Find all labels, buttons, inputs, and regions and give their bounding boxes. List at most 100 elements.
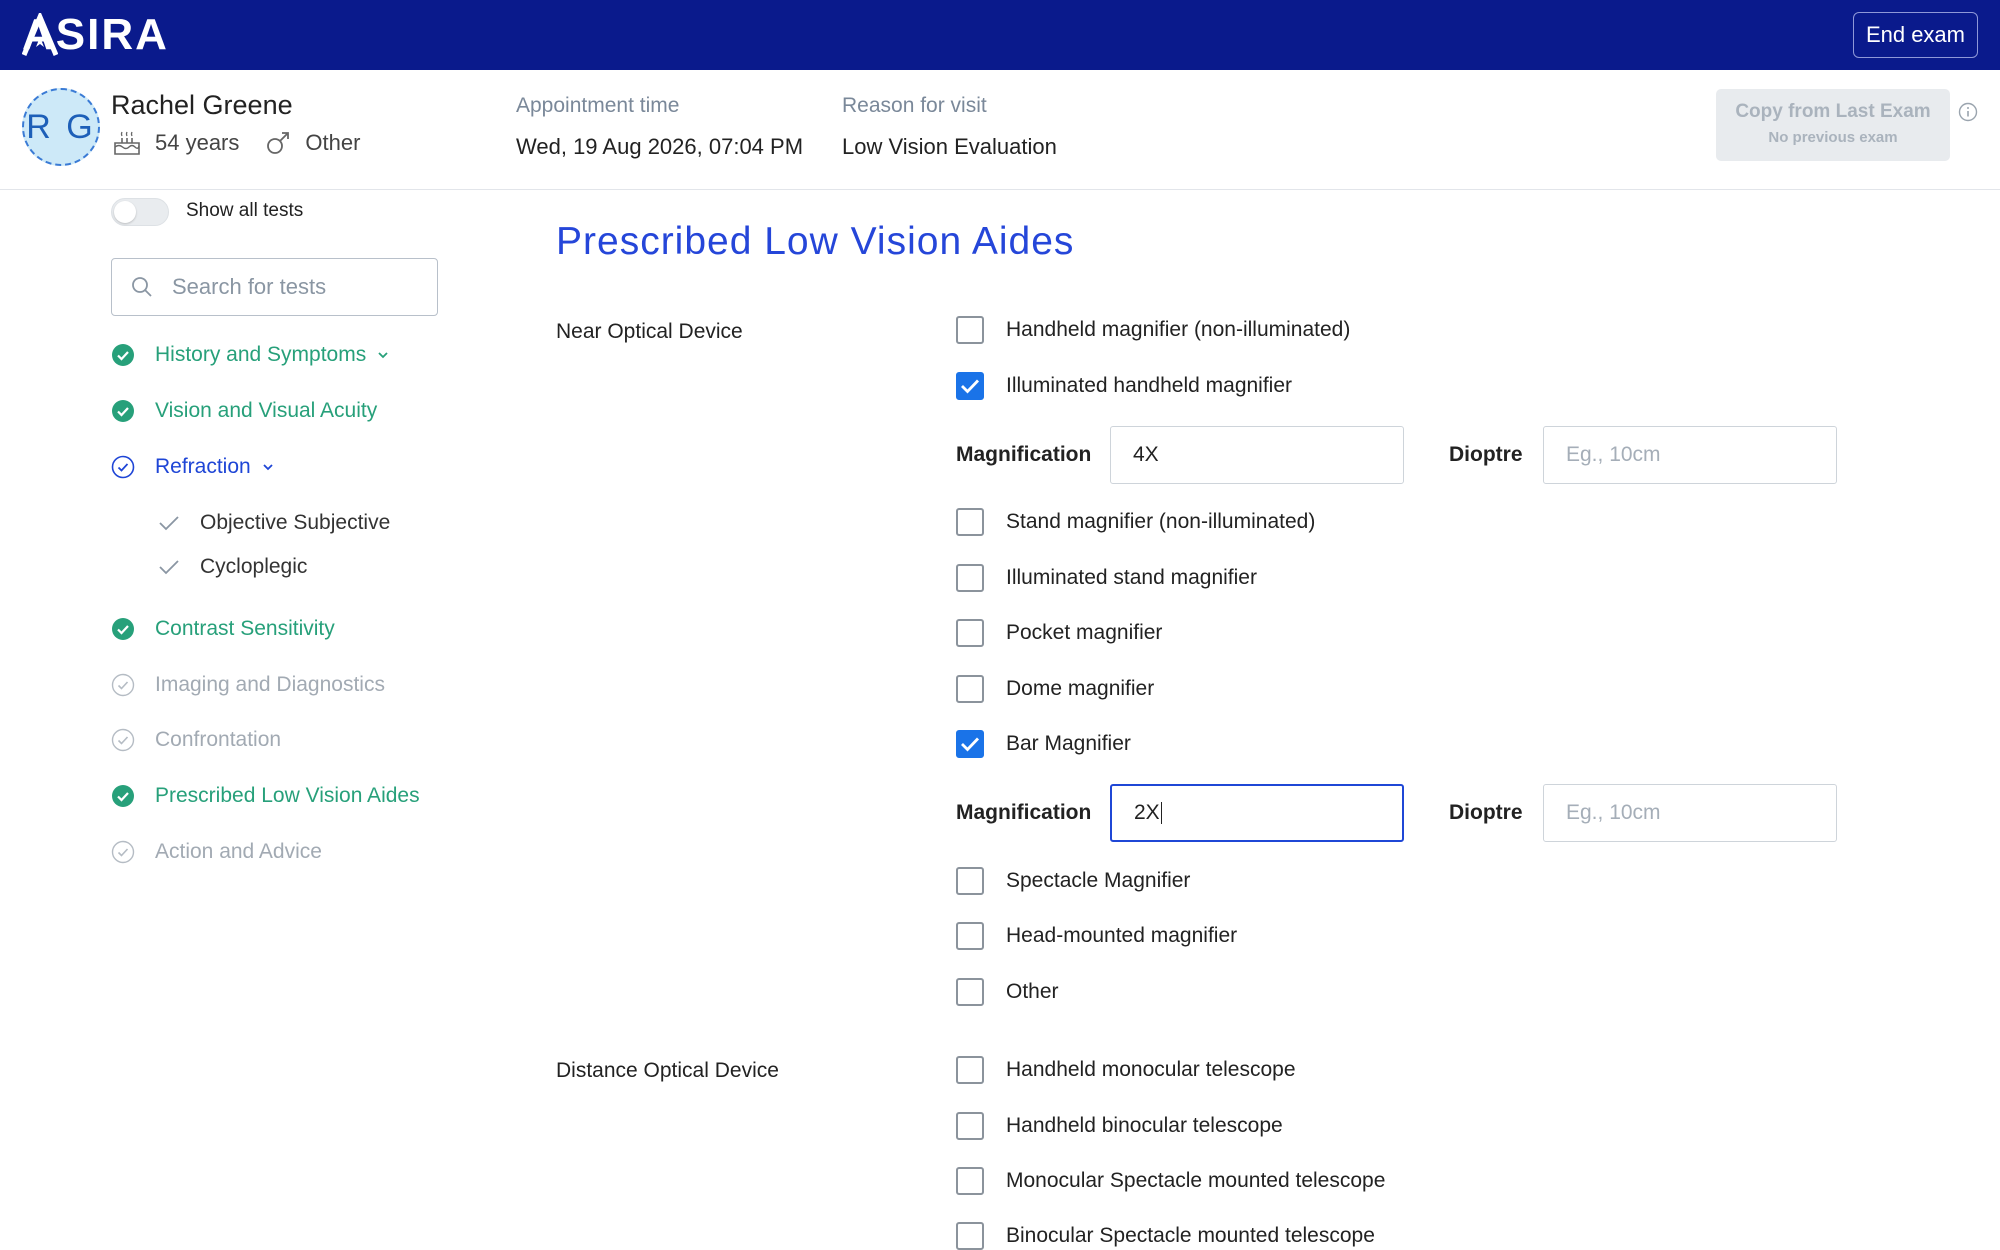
info-icon[interactable] — [1958, 102, 1978, 122]
bar-magnifier-fields: Magnification 2X Dioptre Eg., 10cm — [956, 784, 1856, 842]
dioptre-input[interactable]: Eg., 10cm — [1543, 784, 1837, 842]
checkbox[interactable] — [956, 675, 984, 703]
check-circle-outline-icon — [111, 673, 135, 697]
checkbox[interactable] — [956, 978, 984, 1006]
checkbox[interactable] — [956, 1222, 984, 1250]
sidebar-item-label: Prescribed Low Vision Aides — [155, 784, 420, 807]
sidebar-item-action-advice[interactable]: Action and Advice — [111, 840, 322, 864]
sidebar-item-label: Vision and Visual Acuity — [155, 399, 378, 422]
checkbox-checked[interactable] — [956, 730, 984, 758]
sidebar-item-refraction[interactable]: Refraction — [111, 455, 275, 479]
option-monocular-spectacle-telescope[interactable]: Monocular Spectacle mounted telescope — [956, 1167, 1385, 1195]
option-handheld-binocular-telescope[interactable]: Handheld binocular telescope — [956, 1112, 1283, 1140]
sidebar-item-label: Action and Advice — [155, 840, 322, 863]
search-box[interactable] — [111, 258, 438, 316]
sidebar-subitem-label: Cycloplegic — [200, 555, 308, 578]
sidebar-item-imaging[interactable]: Imaging and Diagnostics — [111, 673, 385, 697]
check-circle-filled-icon — [112, 400, 134, 422]
check-circle-outline-icon — [111, 728, 135, 752]
option-bar-magnifier[interactable]: Bar Magnifier — [956, 730, 1131, 758]
option-label: Handheld magnifier (non-illuminated) — [1006, 318, 1351, 341]
checkbox[interactable] — [956, 508, 984, 536]
dioptre-label: Dioptre — [1449, 443, 1523, 466]
sidebar-item-history[interactable]: History and Symptoms — [111, 343, 390, 367]
appointment-label: Appointment time — [516, 94, 680, 117]
option-label: Illuminated handheld magnifier — [1006, 374, 1293, 397]
option-label: Illuminated stand magnifier — [1006, 566, 1257, 589]
option-other[interactable]: Other — [956, 978, 1059, 1006]
check-circle-filled-icon — [112, 344, 134, 366]
option-head-mounted-magnifier[interactable]: Head-mounted magnifier — [956, 922, 1237, 950]
patient-header: R G Rachel Greene 54 years Other Appoint… — [0, 70, 2000, 190]
toggle-knob — [114, 201, 136, 223]
gender-icon — [267, 132, 290, 154]
avatar: R G — [22, 88, 100, 166]
option-label: Binocular Spectacle mounted telescope — [1006, 1224, 1375, 1247]
patient-gender: Other — [305, 130, 361, 155]
reason-label: Reason for visit — [842, 94, 987, 117]
option-dome-magnifier[interactable]: Dome magnifier — [956, 675, 1154, 703]
birthday-cake-icon — [114, 131, 140, 155]
checkbox[interactable] — [956, 316, 984, 344]
option-illuminated-handheld-magnifier[interactable]: Illuminated handheld magnifier — [956, 372, 1292, 400]
option-pocket-magnifier[interactable]: Pocket magnifier — [956, 619, 1162, 647]
checkbox[interactable] — [956, 619, 984, 647]
option-handheld-monocular-telescope[interactable]: Handheld monocular telescope — [956, 1056, 1296, 1084]
magnification-input[interactable]: 4X — [1110, 426, 1404, 484]
sidebar-item-contrast[interactable]: Contrast Sensitivity — [111, 617, 335, 641]
option-stand-magnifier[interactable]: Stand magnifier (non-illuminated) — [956, 508, 1315, 536]
copy-from-last-exam-button[interactable]: Copy from Last Exam No previous exam — [1716, 89, 1950, 161]
search-icon — [132, 277, 152, 297]
logo-text: ASIRA — [22, 10, 169, 59]
option-label: Monocular Spectacle mounted telescope — [1006, 1169, 1386, 1192]
checkbox[interactable] — [956, 867, 984, 895]
dioptre-input[interactable]: Eg., 10cm — [1543, 426, 1837, 484]
magnification-label: Magnification — [956, 443, 1092, 466]
checkbox[interactable] — [956, 1056, 984, 1084]
option-label: Pocket magnifier — [1006, 621, 1163, 644]
patient-name: Rachel Greene — [111, 90, 293, 120]
option-binocular-spectacle-telescope[interactable]: Binocular Spectacle mounted telescope — [956, 1222, 1375, 1250]
illuminated-handheld-fields: Magnification 4X Dioptre Eg., 10cm — [956, 426, 1856, 484]
magnification-label: Magnification — [956, 801, 1092, 824]
sidebar-item-confrontation[interactable]: Confrontation — [111, 728, 281, 752]
reason-info: Reason for visit Low Vision Evaluation — [842, 94, 1057, 160]
checkbox[interactable] — [956, 922, 984, 950]
check-circle-filled-icon — [112, 618, 134, 640]
check-icon — [159, 560, 179, 575]
sidebar-item-vision[interactable]: Vision and Visual Acuity — [111, 399, 377, 423]
checkmark-icon — [961, 737, 980, 752]
search-input[interactable] — [172, 274, 422, 300]
option-label: Head-mounted magnifier — [1006, 924, 1238, 947]
option-label: Spectacle Magnifier — [1006, 869, 1191, 892]
magnification-input-focused[interactable]: 2X — [1110, 784, 1404, 842]
checkbox[interactable] — [956, 1167, 984, 1195]
option-illuminated-stand-magnifier[interactable]: Illuminated stand magnifier — [956, 564, 1257, 592]
sidebar-subitem-objective-subjective[interactable]: Objective Subjective — [158, 511, 390, 535]
sidebar-item-prescribed-aides[interactable]: Prescribed Low Vision Aides — [111, 784, 420, 808]
check-icon — [159, 516, 179, 531]
show-all-tests-toggle[interactable] — [111, 198, 169, 226]
checkbox[interactable] — [956, 1112, 984, 1140]
option-label: Bar Magnifier — [1006, 732, 1131, 755]
appointment-info: Appointment time Wed, 19 Aug 2026, 07:04… — [516, 94, 803, 160]
option-handheld-magnifier[interactable]: Handheld magnifier (non-illuminated) — [956, 316, 1350, 344]
text-caret — [1160, 802, 1163, 824]
checkbox[interactable] — [956, 564, 984, 592]
option-spectacle-magnifier[interactable]: Spectacle Magnifier — [956, 867, 1190, 895]
option-label: Stand magnifier (non-illuminated) — [1006, 510, 1316, 533]
sidebar-subitem-cycloplegic[interactable]: Cycloplegic — [158, 555, 307, 579]
patient-meta: 54 years Other — [113, 130, 386, 156]
copy-button-label: Copy from Last Exam — [1735, 101, 1931, 122]
top-bar: ASIRA End exam — [0, 0, 2000, 70]
show-all-tests-label: Show all tests — [186, 200, 304, 221]
checkbox-checked[interactable] — [956, 372, 984, 400]
sidebar-item-label: History and Symptoms — [155, 343, 367, 366]
appointment-value: Wed, 19 Aug 2026, 07:04 PM — [516, 134, 804, 159]
option-label: Handheld binocular telescope — [1006, 1114, 1283, 1137]
option-label: Handheld monocular telescope — [1006, 1058, 1296, 1081]
chevron-down-icon — [263, 464, 273, 471]
end-exam-button[interactable]: End exam — [1852, 12, 1978, 58]
chevron-down-icon — [378, 352, 388, 359]
check-circle-filled-icon — [112, 785, 134, 807]
